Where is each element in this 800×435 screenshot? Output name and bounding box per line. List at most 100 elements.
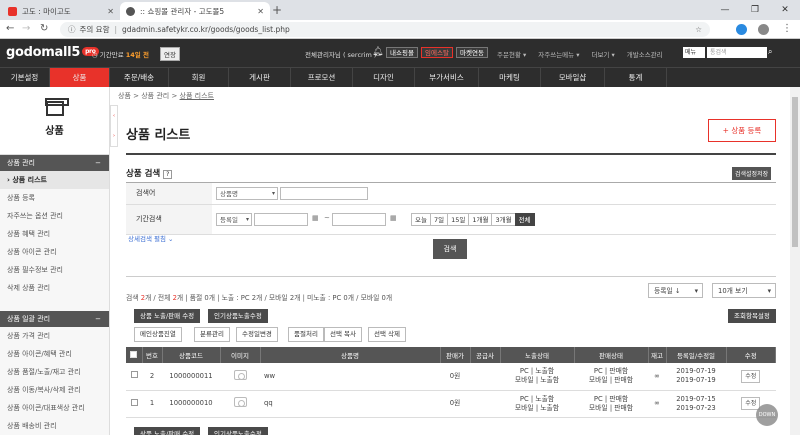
my-shop-button[interactable]: 내쇼핑몰 [386, 47, 418, 58]
select-all-checkbox[interactable] [130, 350, 138, 358]
sidebar-item-color-manage[interactable]: 상품 아이콘/대표색상 관리 [0, 399, 109, 417]
extend-button[interactable]: 연장 [160, 47, 180, 61]
order-status-link[interactable]: 주문현황 ▾ [497, 49, 526, 59]
delete-selected-button[interactable]: 선택 삭제 [368, 327, 406, 342]
edit-display-sale-button-bottom[interactable]: 상품 노출/판매 수정 [134, 427, 201, 435]
sidebar-toggle[interactable]: ‹ › [110, 105, 118, 147]
nav-mobile-shop[interactable]: 모바일샵 [541, 68, 605, 87]
extension-icon[interactable] [736, 24, 747, 35]
sidebar-item-soldout-manage[interactable]: 상품 품절/노출/재고 관리 [0, 363, 109, 381]
period-3m-button[interactable]: 3개월 [491, 213, 516, 226]
category-manage-button[interactable]: 분류관리 [194, 327, 230, 342]
start-date-input[interactable] [254, 213, 308, 226]
nav-statistics[interactable]: 통계 [605, 68, 667, 87]
breadcrumb-item[interactable]: 상품 [118, 92, 131, 100]
close-icon[interactable]: ✕ [107, 7, 114, 16]
period-all-button[interactable]: 전체 [514, 213, 535, 226]
nav-design[interactable]: 디자인 [353, 68, 415, 87]
header-select-all[interactable] [126, 347, 143, 363]
maximize-button[interactable]: ❐ [740, 0, 770, 20]
sidebar-item-deleted-products[interactable]: 삭제 상품 관리 [0, 279, 109, 297]
sidebar-item-icon-benefit-manage[interactable]: 상품 아이콘/혜택 관리 [0, 345, 109, 363]
more-icon[interactable]: ⋮ [782, 23, 792, 34]
new-tab-button[interactable]: + [272, 3, 282, 17]
dev-source-link[interactable]: 개발소스관리 [627, 49, 663, 59]
nav-addon-services[interactable]: 부가서비스 [415, 68, 479, 87]
favorite-menu-link[interactable]: 자주쓰는메뉴 ▾ [538, 49, 579, 59]
row-product-name[interactable]: qq [260, 390, 440, 418]
sidebar-item-benefit-manage[interactable]: 상품 혜택 관리 [0, 225, 109, 243]
period-15d-button[interactable]: 15일 [447, 213, 470, 226]
sidebar-group-bulk-manage[interactable]: 상품 일괄 관리 − [0, 311, 109, 327]
sidebar-item-product-register[interactable]: 상품 등록 [0, 189, 109, 207]
calendar-icon[interactable]: ▦ [390, 214, 397, 222]
search-icon[interactable]: ⌕ [768, 47, 772, 57]
help-icon[interactable]: ? [163, 170, 173, 179]
copy-selected-button[interactable]: 선택 복사 [324, 327, 362, 342]
edit-popular-display-button-bottom[interactable]: 인기상품노출수정 [208, 427, 268, 435]
sidebar-item-required-info[interactable]: 상품 필수정보 관리 [0, 261, 109, 279]
add-product-button[interactable]: + 상품 등록 [708, 119, 776, 142]
esthal-button[interactable]: 임에스탈 [421, 47, 453, 58]
close-icon[interactable]: ✕ [257, 7, 264, 16]
edit-popular-display-button[interactable]: 인기상품노출수정 [208, 309, 268, 323]
period-today-button[interactable]: 오늘 [411, 213, 431, 226]
change-modified-date-button[interactable]: 수정일변경 [236, 327, 278, 342]
profile-icon[interactable] [758, 24, 769, 35]
nav-promotion[interactable]: 프로모션 [291, 68, 353, 87]
sidebar-item-shipping-manage[interactable]: 상품 배송비 관리 [0, 417, 109, 435]
nav-orders[interactable]: 주문/배송 [110, 68, 169, 87]
save-search-settings-button[interactable]: 검색설정저장 [732, 167, 772, 180]
scroll-down-button[interactable]: DOWN [756, 404, 778, 426]
row-checkbox[interactable] [130, 371, 138, 379]
row-checkbox-cell[interactable] [126, 363, 142, 391]
column-settings-button[interactable]: 조회항목설정 [728, 309, 776, 323]
period-7d-button[interactable]: 7일 [429, 213, 449, 226]
period-1m-button[interactable]: 1개월 [468, 213, 493, 226]
star-icon[interactable]: ☆ [695, 25, 702, 34]
keyword-type-select[interactable]: 상품명 [216, 187, 278, 200]
bell-icon[interactable]: 🔔︎ [372, 47, 383, 57]
page-size-select[interactable]: 10개 보기 [712, 283, 776, 298]
sidebar-item-option-manage[interactable]: 자주쓰는 옵션 관리 [0, 207, 109, 225]
sidebar-group-product-manage[interactable]: 상품 관리 − [0, 155, 109, 171]
row-edit-button[interactable]: 수정 [741, 369, 761, 383]
sidebar-item-icon-manage[interactable]: 상품 아이콘 관리 [0, 243, 109, 261]
nav-products[interactable]: 상품 [50, 68, 110, 87]
sidebar-item-product-list[interactable]: › 상품 리스트 [0, 171, 109, 189]
reload-icon[interactable]: ↻ [40, 23, 48, 34]
sort-select[interactable]: 등록일 ↓ [648, 283, 703, 298]
header-search-input[interactable]: 통검색 [707, 47, 767, 58]
detail-search-toggle[interactable]: 상세검색 펼침 ⌄ [128, 233, 173, 243]
logo[interactable]: godomall5 pro [6, 45, 99, 60]
window-close-button[interactable]: ✕ [770, 0, 800, 20]
edit-display-sale-button[interactable]: 상품 노출/판매 수정 [134, 309, 201, 323]
admin-user-label[interactable]: 전체관리자님 ( sercrim ) [305, 49, 376, 59]
menu-select[interactable]: 메뉴 [683, 47, 705, 58]
more-link[interactable]: 더보기 ▾ [591, 49, 614, 59]
minimize-button[interactable]: — [710, 0, 740, 20]
back-icon[interactable]: ← [6, 23, 14, 34]
keyword-input[interactable] [280, 187, 368, 200]
nav-marketing[interactable]: 마케팅 [479, 68, 541, 87]
forward-icon[interactable]: → [22, 23, 30, 34]
collapse-icon[interactable]: − [95, 311, 101, 327]
breadcrumb-current[interactable]: 상품 리스트 [180, 92, 214, 100]
nav-board[interactable]: 게시판 [229, 68, 291, 87]
nav-basic-settings[interactable]: 기본설정 [0, 68, 50, 87]
end-date-input[interactable] [332, 213, 386, 226]
search-button[interactable]: 검색 [433, 239, 467, 259]
main-display-button[interactable]: 메인상품진열 [134, 327, 182, 342]
soldout-process-button[interactable]: 품절처리 [288, 327, 324, 342]
calendar-icon[interactable]: ▦ [312, 214, 319, 222]
collapse-icon[interactable]: − [95, 155, 101, 171]
url-field[interactable]: ⓘ 주의 요함 | gdadmin.safetykr.co.kr/goods/g… [60, 22, 710, 37]
period-type-select[interactable]: 등록일 [216, 213, 252, 226]
scrollbar-thumb[interactable] [792, 97, 798, 247]
row-product-name[interactable]: ww [260, 363, 440, 391]
browser-tab-mygodo[interactable]: 고도 : 마이고도 ✕ [2, 2, 120, 20]
sidebar-item-move-copy-manage[interactable]: 상품 이동/복사/삭제 관리 [0, 381, 109, 399]
row-checkbox-cell[interactable] [126, 390, 142, 418]
breadcrumb-item[interactable]: 상품 관리 [141, 92, 169, 100]
market-link-button[interactable]: 마켓연동 [456, 47, 488, 58]
